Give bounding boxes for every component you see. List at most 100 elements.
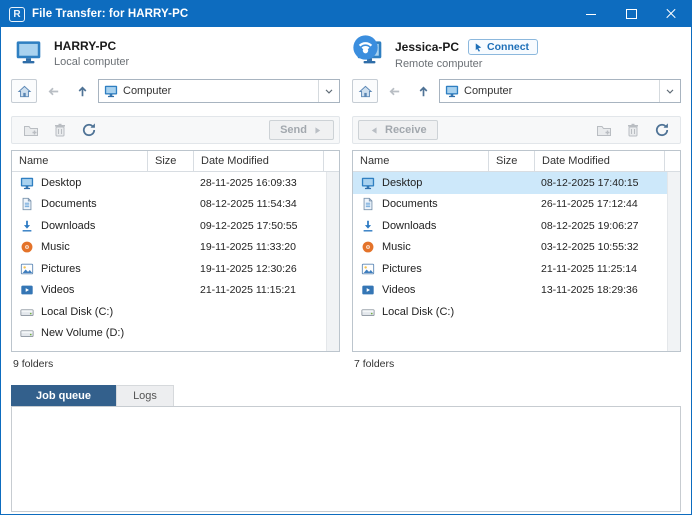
file-row[interactable]: Documents 08-12-2025 11:54:34: [12, 194, 326, 216]
remote-signal-icon: [350, 34, 381, 61]
file-row[interactable]: Music 19-11-2025 11:33:20: [12, 237, 326, 259]
drive-icon: [361, 305, 375, 319]
file-date: 03-12-2025 10:55:32: [541, 241, 639, 254]
app-logo-icon: R: [9, 6, 25, 22]
local-computer-icon: [13, 38, 45, 70]
scrollbar[interactable]: [667, 172, 680, 351]
column-header-spacer: [665, 151, 680, 171]
file-row[interactable]: Videos 13-11-2025 18:29:36: [353, 280, 667, 302]
file-row[interactable]: Pictures 19-11-2025 12:30:26: [12, 258, 326, 280]
column-header-size[interactable]: Size: [148, 151, 194, 171]
bottom-tabs: Job queue Logs: [11, 385, 681, 406]
home-button[interactable]: [11, 79, 37, 103]
remote-file-list: Name Size Date Modified Desktop 08-12-20…: [352, 150, 681, 352]
local-file-list: Name Size Date Modified Desktop 28-11-20…: [11, 150, 340, 352]
file-date: 26-11-2025 17:12:44: [541, 198, 638, 211]
file-date: 28-11-2025 16:09:33: [200, 176, 297, 189]
file-name: Downloads: [382, 219, 437, 232]
file-name: Music: [41, 241, 70, 254]
file-date: 09-12-2025 17:50:55: [200, 219, 298, 232]
file-date: 21-11-2025 11:25:14: [541, 262, 637, 275]
file-name: Local Disk (C:): [382, 305, 455, 318]
column-header-date[interactable]: Date Modified: [535, 151, 665, 171]
bottom-section: Job queue Logs: [1, 385, 691, 512]
remote-computer-type: Remote computer: [395, 58, 483, 70]
delete-button[interactable]: [46, 118, 73, 142]
cursor-icon: [473, 42, 484, 53]
local-list-header: Name Size Date Modified: [12, 151, 339, 172]
file-name: New Volume (D:): [41, 327, 125, 340]
local-computer-type: Local computer: [54, 56, 130, 68]
pictures-icon: [361, 262, 375, 276]
receive-button[interactable]: Receive: [358, 120, 438, 140]
tab-job-queue[interactable]: Job queue: [11, 385, 116, 406]
file-row[interactable]: Local Disk (C:): [353, 301, 667, 323]
delete-button[interactable]: [619, 118, 646, 142]
videos-icon: [361, 283, 375, 297]
file-row[interactable]: New Volume (D:): [12, 323, 326, 345]
close-button[interactable]: [651, 1, 691, 27]
trash-icon: [52, 122, 68, 138]
refresh-icon: [81, 122, 97, 138]
column-header-date[interactable]: Date Modified: [194, 151, 324, 171]
chevron-down-icon: [664, 85, 676, 97]
refresh-button[interactable]: [75, 118, 102, 142]
desktop-icon: [20, 176, 34, 190]
home-button[interactable]: [352, 79, 378, 103]
up-button[interactable]: [410, 79, 436, 103]
send-button[interactable]: Send: [269, 120, 334, 140]
documents-icon: [361, 197, 375, 211]
file-row[interactable]: Documents 26-11-2025 17:12:44: [353, 194, 667, 216]
folders-count: 9 folders: [13, 358, 54, 370]
folders-count: 7 folders: [354, 358, 395, 370]
file-row[interactable]: Downloads 09-12-2025 17:50:55: [12, 215, 326, 237]
folder-plus-icon: [596, 122, 612, 138]
file-row-selected[interactable]: Desktop 08-12-2025 17:40:15: [353, 172, 667, 194]
videos-icon: [20, 283, 34, 297]
music-icon: [20, 240, 34, 254]
remote-path-combobox[interactable]: Computer: [439, 79, 681, 103]
remote-computer-header: Jessica-PC Connect Remote computer: [352, 35, 681, 79]
local-computer-name: HARRY-PC: [54, 39, 117, 53]
file-row[interactable]: Downloads 08-12-2025 19:06:27: [353, 215, 667, 237]
file-row[interactable]: Music 03-12-2025 10:55:32: [353, 237, 667, 259]
file-row[interactable]: Videos 21-11-2025 11:15:21: [12, 280, 326, 302]
file-row[interactable]: Pictures 21-11-2025 11:25:14: [353, 258, 667, 280]
window-controls: [571, 1, 691, 27]
file-panels: HARRY-PC Local computer Computer Send Na…: [1, 27, 691, 370]
column-header-name[interactable]: Name: [12, 151, 148, 171]
file-name: Music: [382, 241, 411, 254]
tab-logs[interactable]: Logs: [116, 385, 174, 406]
new-folder-button[interactable]: [17, 118, 44, 142]
local-path-combobox[interactable]: Computer: [98, 79, 340, 103]
titlebar: R File Transfer: for HARRY-PC: [1, 1, 691, 27]
local-list-body: Desktop 28-11-2025 16:09:33 Documents 08…: [12, 172, 339, 351]
desktop-icon: [361, 176, 375, 190]
triangle-right-icon: [312, 125, 323, 136]
file-name: Videos: [382, 284, 416, 297]
column-header-size[interactable]: Size: [489, 151, 535, 171]
file-row[interactable]: Desktop 28-11-2025 16:09:33: [12, 172, 326, 194]
local-path-dropdown-button[interactable]: [318, 80, 339, 102]
maximize-button[interactable]: [611, 1, 651, 27]
refresh-button[interactable]: [648, 118, 675, 142]
computer-icon: [445, 84, 459, 98]
connect-button[interactable]: Connect: [468, 39, 539, 55]
remote-path-dropdown-button[interactable]: [659, 80, 680, 102]
scrollbar[interactable]: [326, 172, 339, 351]
pictures-icon: [20, 262, 34, 276]
file-name: Downloads: [41, 219, 96, 232]
up-button[interactable]: [69, 79, 95, 103]
back-button[interactable]: [40, 79, 66, 103]
file-date: 08-12-2025 19:06:27: [541, 219, 639, 232]
minimize-button[interactable]: [571, 1, 611, 27]
file-row[interactable]: Local Disk (C:): [12, 301, 326, 323]
new-folder-button[interactable]: [590, 118, 617, 142]
music-icon: [361, 240, 375, 254]
back-button[interactable]: [381, 79, 407, 103]
file-name: Documents: [41, 198, 97, 211]
local-toolbar: Send: [11, 116, 340, 144]
file-date: 19-11-2025 11:33:20: [200, 241, 296, 254]
column-header-name[interactable]: Name: [353, 151, 489, 171]
file-date: 08-12-2025 11:54:34: [200, 198, 297, 211]
